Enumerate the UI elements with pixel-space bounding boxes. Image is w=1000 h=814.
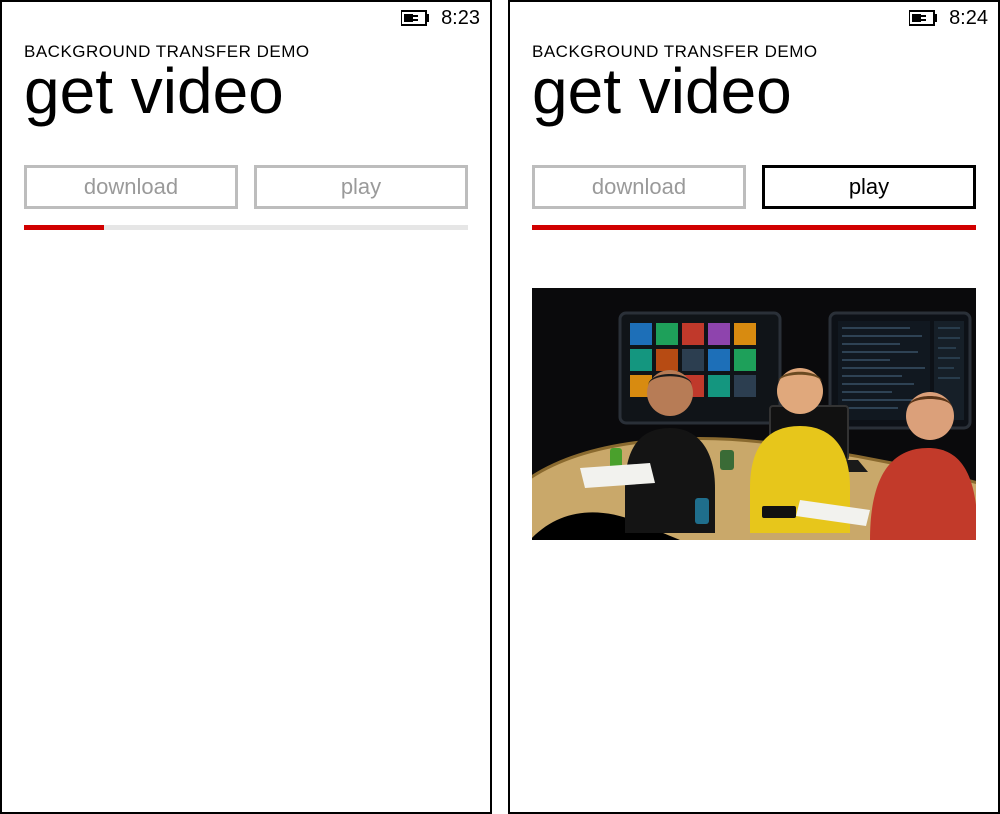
play-button-label: play [849,174,889,200]
page-content: BACKGROUND TRANSFER DEMO get video downl… [510,32,998,812]
download-button: download [532,165,746,209]
download-button: download [24,165,238,209]
page-title: get video [24,58,468,125]
progress-bar [532,225,976,230]
status-time: 8:24 [949,7,988,30]
download-button-label: download [84,174,178,200]
download-button-label: download [592,174,686,200]
play-button-label: play [341,174,381,200]
battery-charging-icon [401,10,431,26]
page-title: get video [532,58,976,125]
status-time: 8:23 [441,7,480,30]
phone-screen-left: 8:23 BACKGROUND TRANSFER DEMO get video … [0,0,492,814]
battery-charging-icon [909,10,939,26]
progress-fill [24,225,104,230]
phone-screen-right: 8:24 BACKGROUND TRANSFER DEMO get video … [508,0,1000,814]
button-row: download play [532,165,976,209]
status-bar: 8:23 [2,2,490,32]
play-button[interactable]: play [762,165,976,209]
play-button: play [254,165,468,209]
page-content: BACKGROUND TRANSFER DEMO get video downl… [2,32,490,812]
video-player[interactable] [532,288,976,540]
button-row: download play [24,165,468,209]
progress-bar [24,225,468,230]
status-bar: 8:24 [510,2,998,32]
